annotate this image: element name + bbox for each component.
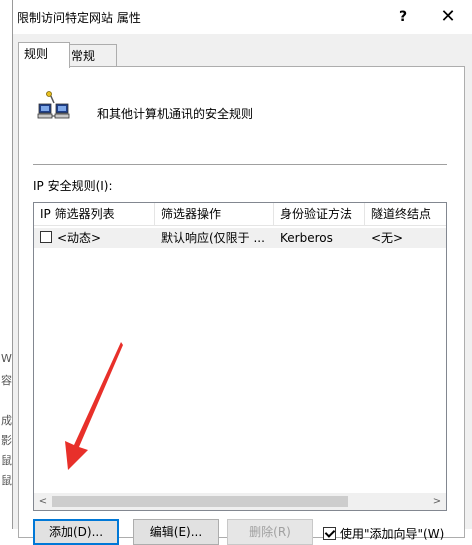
- tab-rules[interactable]: 规则: [18, 42, 70, 68]
- column-header-authentication[interactable]: 身份验证方法: [274, 203, 365, 225]
- ip-security-rules-label: IP 安全规则(I):: [33, 179, 113, 193]
- column-header-tunnel-endpoint[interactable]: 隧道终结点: [365, 203, 446, 225]
- wizard-label: 使用"添加向导"(W): [340, 527, 445, 541]
- ip-security-rules-list[interactable]: IP 筛选器列表 筛选器操作 身份验证方法 隧道终结点 <动态> 默认响应(仅限…: [33, 202, 447, 511]
- add-button[interactable]: 添加(D)...: [33, 519, 119, 545]
- dialog-client-area: 规则 常规 和其他计算机通讯的安全规则 IP 安全规则(I): IP 筛选器列表: [13, 34, 472, 545]
- use-add-wizard-checkbox[interactable]: 使用"添加向导"(W): [323, 525, 444, 542]
- title-bar: 限制访问特定网站 属性 ? ✕: [13, 0, 472, 34]
- properties-dialog: 限制访问特定网站 属性 ? ✕ 规则 常规 和其他计算机通讯的安全规则 IP 安…: [12, 0, 472, 545]
- rule-checkbox[interactable]: [40, 231, 52, 243]
- background-fragment: 成: [1, 414, 12, 427]
- scroll-thumb[interactable]: [52, 496, 348, 507]
- scroll-left-icon[interactable]: <: [36, 494, 50, 509]
- column-header-filter-action[interactable]: 筛选器操作: [155, 203, 274, 225]
- row-cell-filter-list: <动态>: [40, 228, 155, 248]
- background-fragment: 影: [1, 434, 12, 447]
- row-cell-filter-action: 默认响应(仅限于 ...: [161, 231, 265, 245]
- horizontal-scrollbar[interactable]: < >: [34, 493, 446, 510]
- remove-button[interactable]: 删除(R): [227, 519, 313, 545]
- row-cell-authentication: Kerberos: [280, 231, 333, 245]
- rules-tab-panel: 和其他计算机通讯的安全规则 IP 安全规则(I): IP 筛选器列表 筛选器操作…: [18, 66, 465, 545]
- background-fragment: 鼠: [1, 474, 12, 487]
- network-computers-icon: [37, 91, 70, 119]
- separator: [33, 164, 447, 165]
- background-fragment: 容: [1, 374, 12, 387]
- list-header: IP 筛选器列表 筛选器操作 身份验证方法 隧道终结点: [34, 203, 446, 226]
- scroll-right-icon[interactable]: >: [430, 494, 444, 509]
- close-button[interactable]: ✕: [433, 4, 463, 30]
- window-title: 限制访问特定网站 属性: [17, 11, 141, 25]
- cell-text: <动态>: [57, 231, 102, 245]
- edit-button[interactable]: 编辑(E)...: [133, 519, 219, 545]
- help-button[interactable]: ?: [388, 4, 418, 30]
- background-fragment: W: [1, 352, 12, 365]
- background-fragment: 鼠: [1, 454, 12, 467]
- table-row[interactable]: <动态> 默认响应(仅限于 ... Kerberos <无>: [34, 228, 446, 248]
- row-cell-tunnel-endpoint: <无>: [371, 231, 404, 245]
- rules-description: 和其他计算机通讯的安全规则: [97, 107, 254, 121]
- column-header-ip-filter-list[interactable]: IP 筛选器列表: [34, 203, 155, 225]
- tab-general[interactable]: 常规: [65, 44, 117, 67]
